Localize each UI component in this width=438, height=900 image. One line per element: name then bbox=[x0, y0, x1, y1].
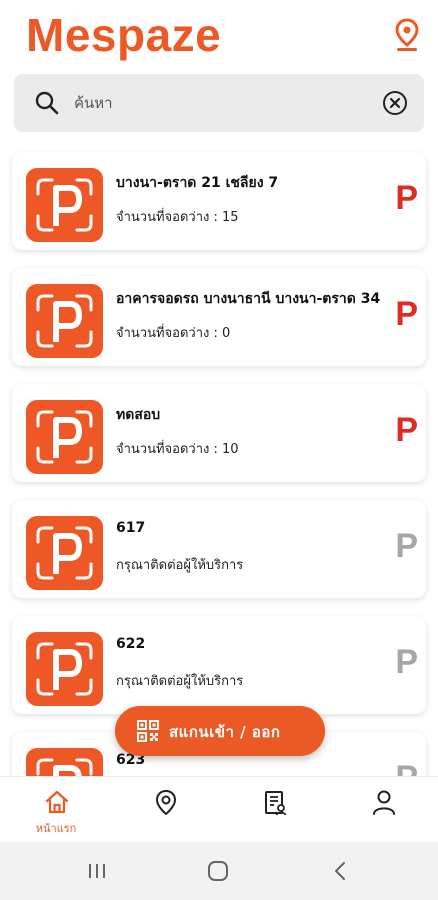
parking-card[interactable]: อาคารจอดรถ บางนาธานี บางนา-ตราด 34 จำนวนท… bbox=[12, 268, 426, 366]
parking-status: กรุณาติดต่อผู้ให้บริการ bbox=[116, 558, 244, 573]
tab-home[interactable]: หน้าแรก bbox=[16, 777, 96, 843]
search-icon bbox=[35, 91, 59, 115]
parking-name: อาคารจอดรถ บางนาธานี บางนา-ตราด 34 bbox=[116, 291, 381, 307]
home-icon bbox=[45, 790, 69, 814]
tab-home-label: หน้าแรก bbox=[35, 822, 77, 835]
parking-list: บางนา-ตราด 21 เชลียง 7 จำนวนที่จอดว่าง : … bbox=[0, 150, 438, 776]
map-pin-icon bbox=[155, 789, 177, 816]
parking-status: จำนวนที่จอดว่าง : 0 bbox=[116, 326, 231, 341]
parking-card[interactable]: 622 กรุณาติดต่อผู้ให้บริการ P bbox=[12, 616, 426, 714]
home-button-icon[interactable] bbox=[203, 858, 233, 884]
parking-available-icon: P bbox=[395, 295, 418, 333]
qr-code-icon bbox=[137, 720, 159, 742]
parking-status: กรุณาติดต่อผู้ให้บริการ bbox=[116, 674, 244, 689]
recent-apps-icon[interactable] bbox=[82, 858, 112, 884]
parking-logo-icon bbox=[26, 632, 103, 706]
parking-unavailable-icon: P bbox=[395, 527, 418, 565]
tab-profile[interactable] bbox=[343, 777, 423, 843]
parking-logo-icon bbox=[26, 400, 103, 474]
parking-name: ทดสอบ bbox=[116, 407, 161, 423]
parking-available-icon: P bbox=[395, 179, 418, 217]
user-icon bbox=[373, 790, 395, 815]
search-bar bbox=[14, 74, 424, 132]
app-title: Mespaze bbox=[26, 9, 222, 61]
parking-status: จำนวนที่จอดว่าง : 10 bbox=[116, 442, 239, 457]
location-pin-icon[interactable] bbox=[394, 18, 420, 52]
scan-button-label: สแกนเข้า / ออก bbox=[169, 723, 281, 741]
parking-status: จำนวนที่จอดว่าง : 15 bbox=[116, 210, 239, 225]
clear-search-icon[interactable] bbox=[382, 90, 408, 116]
parking-unavailable-icon: P bbox=[395, 643, 418, 681]
parking-logo-icon bbox=[26, 748, 103, 776]
parking-name: 622 bbox=[116, 636, 146, 652]
tab-map[interactable] bbox=[125, 777, 205, 843]
parking-name: 617 bbox=[116, 520, 146, 536]
parking-logo-icon bbox=[26, 168, 103, 242]
parking-logo-icon bbox=[26, 516, 103, 590]
parking-available-icon: P bbox=[395, 411, 418, 449]
parking-card[interactable]: บางนา-ตราด 21 เชลียง 7 จำนวนที่จอดว่าง : … bbox=[12, 152, 426, 250]
parking-card[interactable]: 617 กรุณาติดต่อผู้ให้บริการ P bbox=[12, 500, 426, 598]
system-navigation-bar bbox=[0, 842, 438, 900]
receipt-icon bbox=[265, 791, 287, 816]
search-input[interactable] bbox=[74, 88, 374, 118]
parking-logo-icon bbox=[26, 284, 103, 358]
tab-history[interactable] bbox=[234, 777, 314, 843]
parking-card[interactable]: ทดสอบจำนวนที่จอดว่าง : 10 P bbox=[12, 384, 426, 482]
scan-in-out-button[interactable]: สแกนเข้า / ออก bbox=[115, 706, 325, 756]
parking-unavailable-icon: P bbox=[395, 758, 418, 776]
back-icon[interactable] bbox=[326, 858, 356, 884]
bottom-tab-bar: หน้าแรก bbox=[0, 776, 438, 842]
parking-name: บางนา-ตราด 21 เชลียง 7 bbox=[116, 175, 279, 191]
app-header: Mespaze bbox=[0, 0, 438, 70]
